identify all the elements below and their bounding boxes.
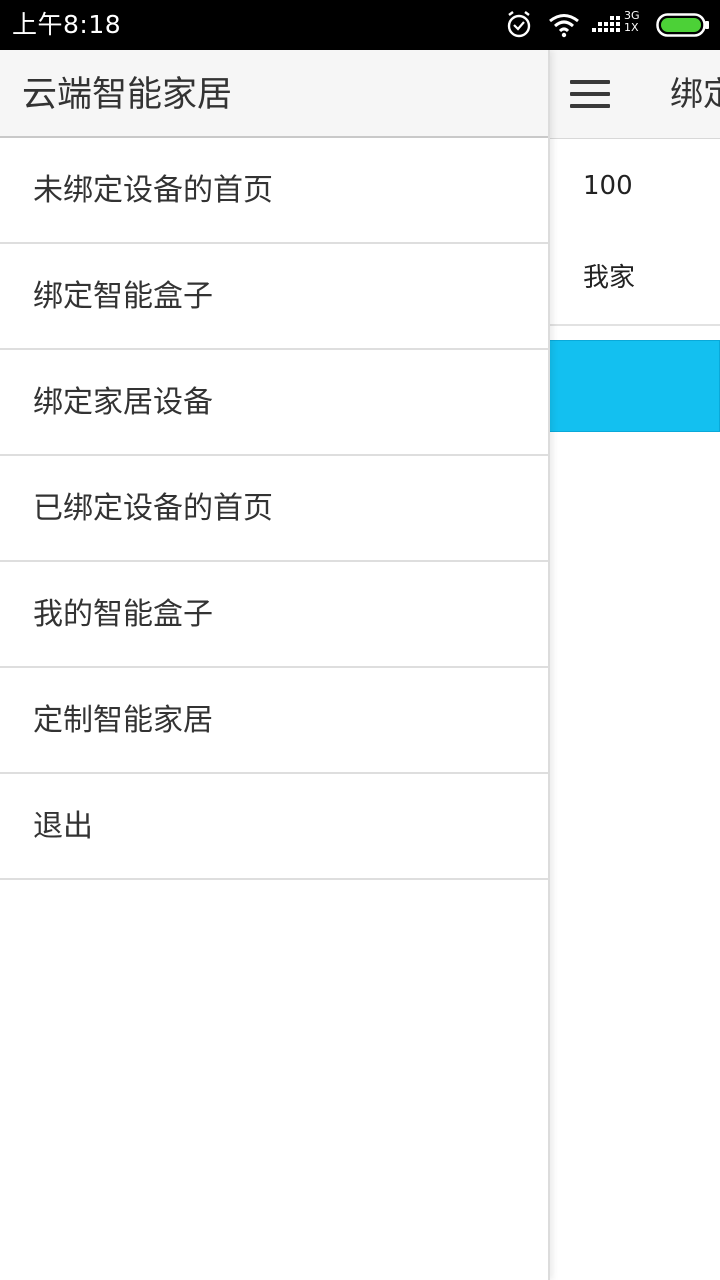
drawer-menu: 未绑定设备的首页 绑定智能盒子 绑定家居设备 已绑定设备的首页 我的智能盒子 定… bbox=[0, 138, 548, 880]
box-id-field[interactable]: 100 bbox=[548, 140, 720, 234]
drawer-item-my-smart-box[interactable]: 我的智能盒子 bbox=[0, 562, 548, 668]
battery-icon bbox=[656, 13, 709, 37]
drawer-item-label: 未绑定设备的首页 bbox=[33, 173, 273, 208]
box-id-value: 100 bbox=[583, 171, 633, 201]
main-page-title: 绑定 bbox=[670, 74, 720, 113]
drawer-item-label: 绑定家居设备 bbox=[33, 385, 213, 420]
status-bar: 上午8:18 3G 1X bbox=[0, 0, 720, 50]
drawer-title: 云端智能家居 bbox=[22, 75, 233, 115]
drawer-item-unbound-home[interactable]: 未绑定设备的首页 bbox=[0, 138, 548, 244]
bind-submit-button[interactable] bbox=[548, 340, 720, 432]
drawer-header: 云端智能家居 bbox=[0, 50, 548, 138]
drawer-item-bind-smart-box[interactable]: 绑定智能盒子 bbox=[0, 244, 548, 350]
drawer-item-label: 退出 bbox=[33, 809, 93, 844]
hamburger-menu-icon[interactable] bbox=[570, 80, 610, 108]
drawer-item-bound-home[interactable]: 已绑定设备的首页 bbox=[0, 456, 548, 562]
navigation-drawer: 云端智能家居 未绑定设备的首页 绑定智能盒子 绑定家居设备 已绑定设备的首页 我… bbox=[0, 50, 550, 1280]
drawer-item-custom-smart-home[interactable]: 定制智能家居 bbox=[0, 668, 548, 774]
wifi-icon bbox=[549, 14, 579, 38]
drawer-item-label: 我的智能盒子 bbox=[33, 597, 213, 632]
alarm-icon bbox=[507, 11, 531, 38]
main-app-bar: 绑定 bbox=[548, 50, 720, 139]
drawer-item-label: 已绑定设备的首页 bbox=[33, 491, 273, 526]
main-content: 绑定 100 我家 bbox=[548, 50, 720, 1280]
drawer-item-logout[interactable]: 退出 bbox=[0, 774, 548, 880]
status-time: 上午8:18 bbox=[12, 10, 122, 39]
box-name-field[interactable]: 我家 bbox=[548, 232, 720, 326]
drawer-item-label: 绑定智能盒子 bbox=[33, 279, 213, 314]
signal-icon bbox=[592, 16, 620, 32]
box-name-value: 我家 bbox=[583, 263, 636, 293]
drawer-item-label: 定制智能家居 bbox=[33, 703, 213, 738]
drawer-item-bind-home-device[interactable]: 绑定家居设备 bbox=[0, 350, 548, 456]
network-1x-label: 1X bbox=[624, 21, 639, 34]
network-type-label: 3G 1X bbox=[624, 10, 640, 34]
